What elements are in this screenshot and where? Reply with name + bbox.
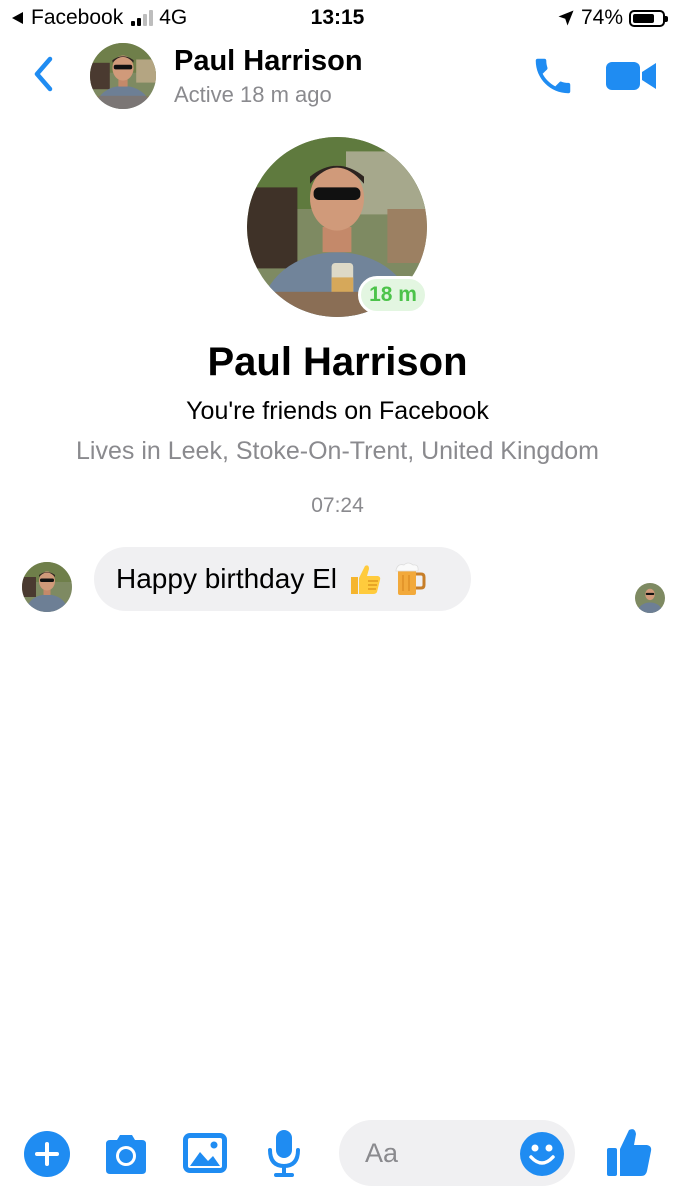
back-chevron-icon <box>34 56 53 92</box>
active-time-badge: 18 m <box>358 276 428 314</box>
status-right: 74% <box>557 6 668 30</box>
video-camera-icon <box>606 62 656 90</box>
emoji-button[interactable] <box>519 1131 565 1177</box>
location-arrow-icon <box>558 10 574 26</box>
chat-header: Paul Harrison Active 18 m ago <box>0 38 675 114</box>
more-actions-button[interactable] <box>24 1131 70 1177</box>
image-icon <box>183 1133 227 1173</box>
sender-avatar[interactable] <box>22 562 72 612</box>
thumbs-up-emoji-icon <box>351 565 381 594</box>
back-button[interactable] <box>28 54 62 94</box>
camera-icon <box>106 1135 146 1174</box>
battery-icon <box>629 9 668 27</box>
thumbs-up-icon <box>607 1129 652 1176</box>
message-text: Happy birthday El <box>116 563 338 594</box>
profile-name[interactable]: Paul Harrison <box>0 340 675 385</box>
sender-avatar-photo <box>22 562 72 612</box>
message-timestamp: 07:24 <box>311 494 364 517</box>
audio-call-button[interactable] <box>528 53 578 99</box>
header-active-status: Active 18 m ago <box>174 82 332 107</box>
header-avatar[interactable] <box>90 43 156 109</box>
gallery-button[interactable] <box>182 1132 228 1174</box>
header-contact-name[interactable]: Paul Harrison <box>174 45 363 78</box>
seen-indicator-avatar <box>635 583 665 613</box>
friends-status: You're friends on Facebook <box>186 397 489 425</box>
camera-button[interactable] <box>102 1132 150 1176</box>
message-composer <box>0 1110 675 1200</box>
profile-location: Lives in Leek, Stoke-On-Trent, United Ki… <box>76 437 599 465</box>
status-bar: Facebook 4G 13:15 74% <box>0 0 675 38</box>
message-bubble[interactable]: Happy birthday El <box>94 547 471 611</box>
beer-mug-icon <box>395 562 426 595</box>
phone-icon <box>535 58 571 94</box>
microphone-icon <box>268 1130 300 1177</box>
avatar-photo <box>90 43 156 109</box>
voice-message-button[interactable] <box>266 1128 302 1178</box>
video-call-button[interactable] <box>604 56 658 96</box>
battery-percent: 74% <box>580 6 623 29</box>
send-like-button[interactable] <box>605 1126 653 1178</box>
smiley-icon <box>520 1132 564 1176</box>
battery-level <box>633 13 654 23</box>
